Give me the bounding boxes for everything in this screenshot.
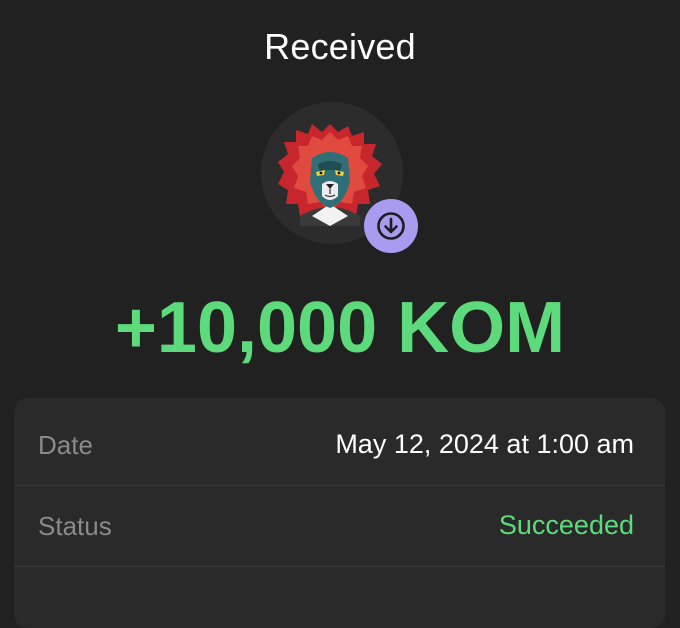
arrow-down-icon [377,212,405,240]
lion-avatar-icon [278,124,382,226]
page-title: Received [264,26,416,67]
status-row: Status Succeeded [14,486,665,567]
date-value: May 12, 2024 at 1:00 am [335,429,634,459]
details-card: Date May 12, 2024 at 1:00 am Status Succ… [14,398,665,628]
received-badge [364,199,418,253]
transaction-amount: +10,000 KOM [114,288,566,368]
status-label: Status [38,511,112,541]
status-value: Succeeded [498,510,634,540]
date-label: Date [38,430,93,460]
date-row: Date May 12, 2024 at 1:00 am [14,405,665,486]
details-row-partial [14,567,665,628]
